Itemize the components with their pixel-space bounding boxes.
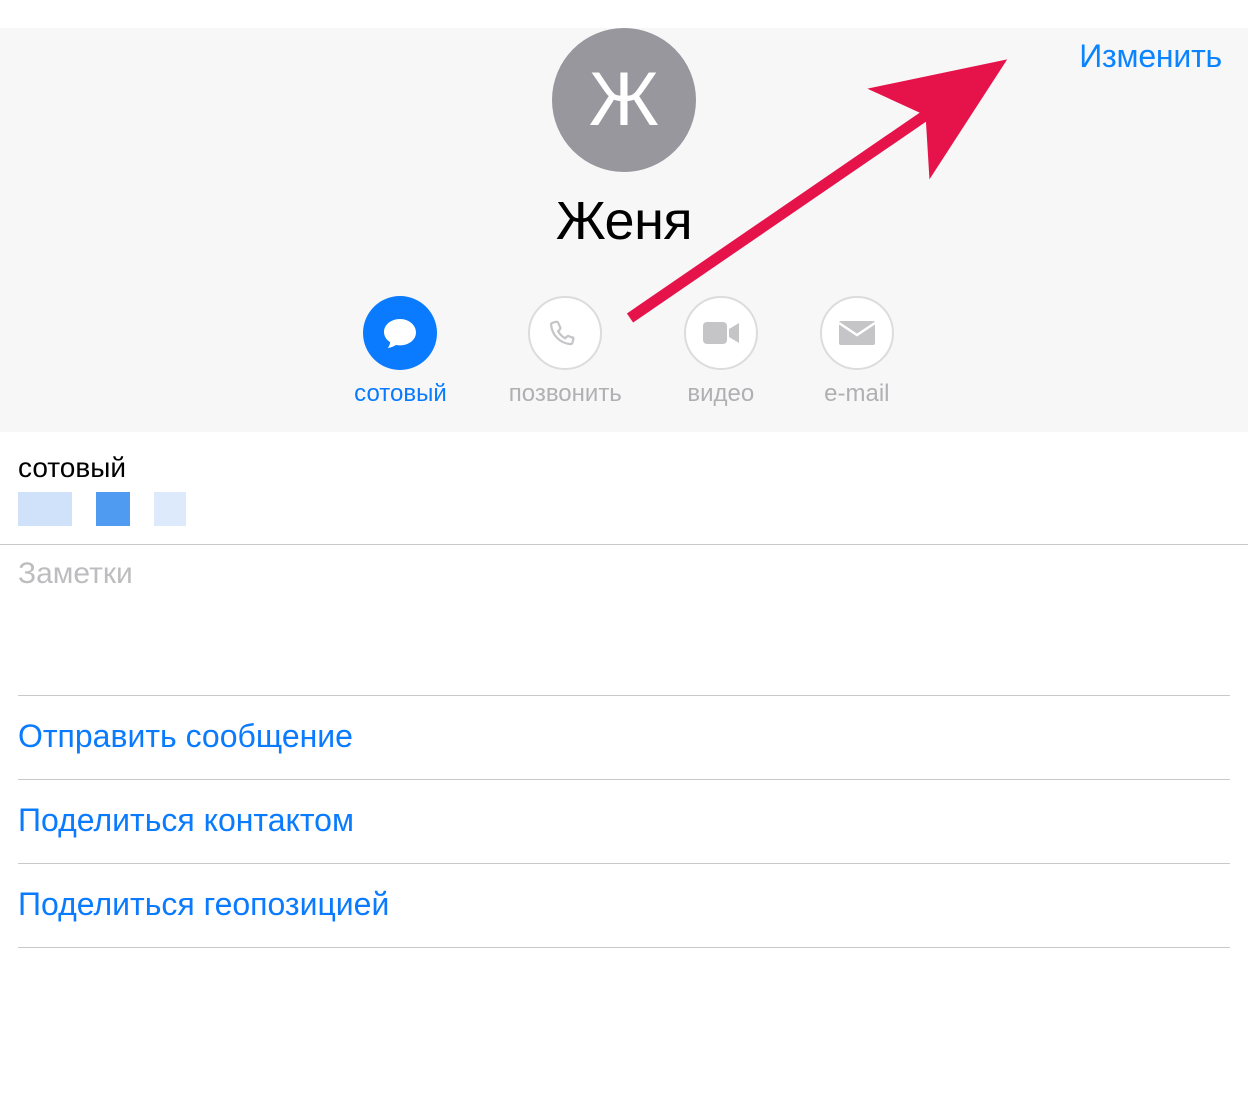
edit-button[interactable]: Изменить — [1079, 38, 1222, 75]
share-contact-row[interactable]: Поделиться контактом — [18, 779, 1230, 863]
contact-header: Изменить Ж Женя сотовый позвонить — [0, 28, 1248, 432]
notes-section[interactable]: Заметки — [0, 545, 1248, 695]
action-call-label: позвонить — [509, 380, 622, 408]
action-message-label: сотовый — [354, 380, 447, 408]
share-location-row[interactable]: Поделиться геопозицией — [18, 863, 1230, 948]
phone-type-label: сотовый — [18, 452, 1230, 484]
action-message[interactable]: сотовый — [354, 296, 447, 408]
avatar-initial: Ж — [589, 62, 659, 138]
message-icon — [363, 296, 437, 370]
redacted-segment — [154, 492, 186, 526]
phone-section[interactable]: сотовый — [0, 432, 1248, 545]
send-message-row[interactable]: Отправить сообщение — [18, 695, 1230, 779]
action-email[interactable]: e-mail — [820, 296, 894, 408]
avatar: Ж — [552, 28, 696, 172]
action-video[interactable]: видео — [684, 296, 758, 408]
mail-icon — [820, 296, 894, 370]
action-video-label: видео — [687, 380, 754, 408]
redacted-segment — [96, 492, 130, 526]
phone-icon — [528, 296, 602, 370]
action-list: Отправить сообщение Поделиться контактом… — [0, 695, 1248, 948]
notes-placeholder: Заметки — [18, 557, 1230, 591]
action-email-label: e-mail — [824, 380, 889, 408]
phone-number — [18, 492, 1230, 526]
action-call[interactable]: позвонить — [509, 296, 622, 408]
redacted-segment — [18, 492, 72, 526]
video-icon — [684, 296, 758, 370]
contact-name: Женя — [0, 190, 1248, 252]
quick-actions: сотовый позвонить видео — [0, 296, 1248, 408]
